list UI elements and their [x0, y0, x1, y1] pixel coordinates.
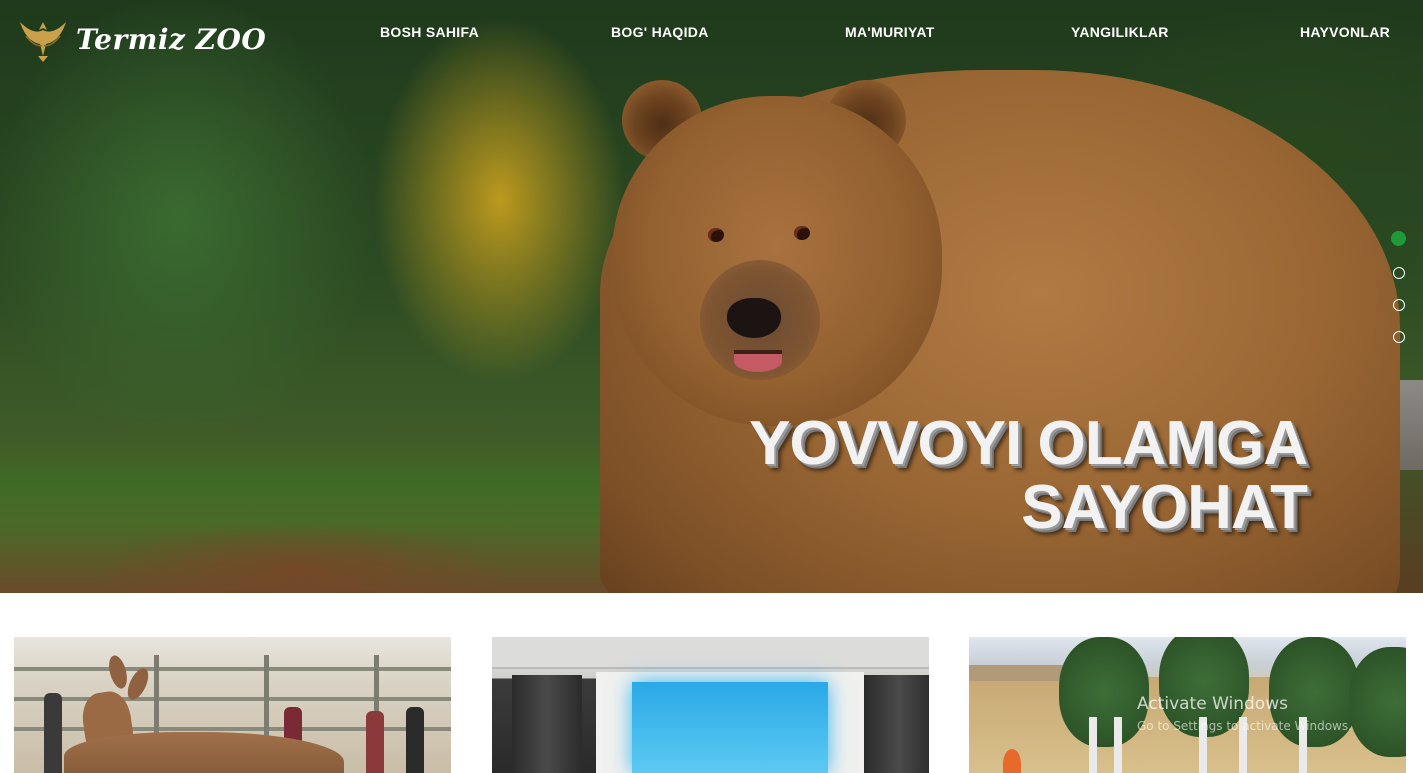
fence-rail [14, 727, 451, 731]
curtain-right [864, 675, 929, 773]
nav-item-news[interactable]: YANGILIKLAR [1071, 24, 1169, 40]
fence-rail [14, 667, 451, 671]
hero-slider: Termiz ZOO BOSH SAHIFA BOG' HAQIDA MA'MU… [0, 0, 1423, 593]
bear-nose [727, 298, 781, 338]
visitor-figure [366, 711, 384, 773]
news-card-deer[interactable] [14, 637, 451, 773]
deer-body [64, 732, 344, 773]
bear-eye-right [794, 226, 810, 240]
slide-dot-2[interactable] [1393, 267, 1405, 279]
visitor-figure [44, 693, 62, 773]
bear-eye-left [708, 228, 724, 242]
windows-activation-watermark: Activate Windows [1137, 694, 1288, 714]
eagle-emblem-icon [20, 22, 66, 62]
nav-item-animals[interactable]: HAYVONLAR [1300, 24, 1390, 40]
site-logo-text: Termiz ZOO [76, 22, 267, 56]
projector-screen [632, 682, 828, 773]
bear-mouth [734, 350, 782, 372]
nav-item-administration[interactable]: MA'MURIYAT [845, 24, 935, 40]
slide-dot-1[interactable] [1391, 231, 1406, 246]
tree [1059, 637, 1149, 747]
tree-trunk [1089, 717, 1097, 773]
hero-title-line1: YOVVOYI OLAMGA [749, 409, 1308, 478]
slide-dot-3[interactable] [1393, 299, 1405, 311]
deer-ear [105, 653, 131, 691]
news-card-conference[interactable] [492, 637, 929, 773]
room-ceiling [492, 637, 929, 669]
nav-item-home[interactable]: BOSH SAHIFA [380, 24, 479, 40]
fence-rail [14, 697, 451, 701]
worker-figure [1003, 749, 1021, 773]
windows-activation-hint: Go to Settings to activate Windows. [1137, 719, 1352, 733]
site-logo[interactable]: Termiz ZOO [18, 16, 266, 62]
tree-trunk [1114, 717, 1122, 773]
hero-title-line2: SAYOHAT [1021, 473, 1308, 542]
hero-grass [0, 420, 700, 593]
hero-title: YOVVOYI OLAMGA SAYOHAT [707, 409, 1308, 542]
slide-dot-4[interactable] [1393, 331, 1405, 343]
visitor-figure [406, 707, 424, 773]
curtain-left [512, 675, 582, 773]
nav-item-about[interactable]: BOG' HAQIDA [611, 24, 709, 40]
